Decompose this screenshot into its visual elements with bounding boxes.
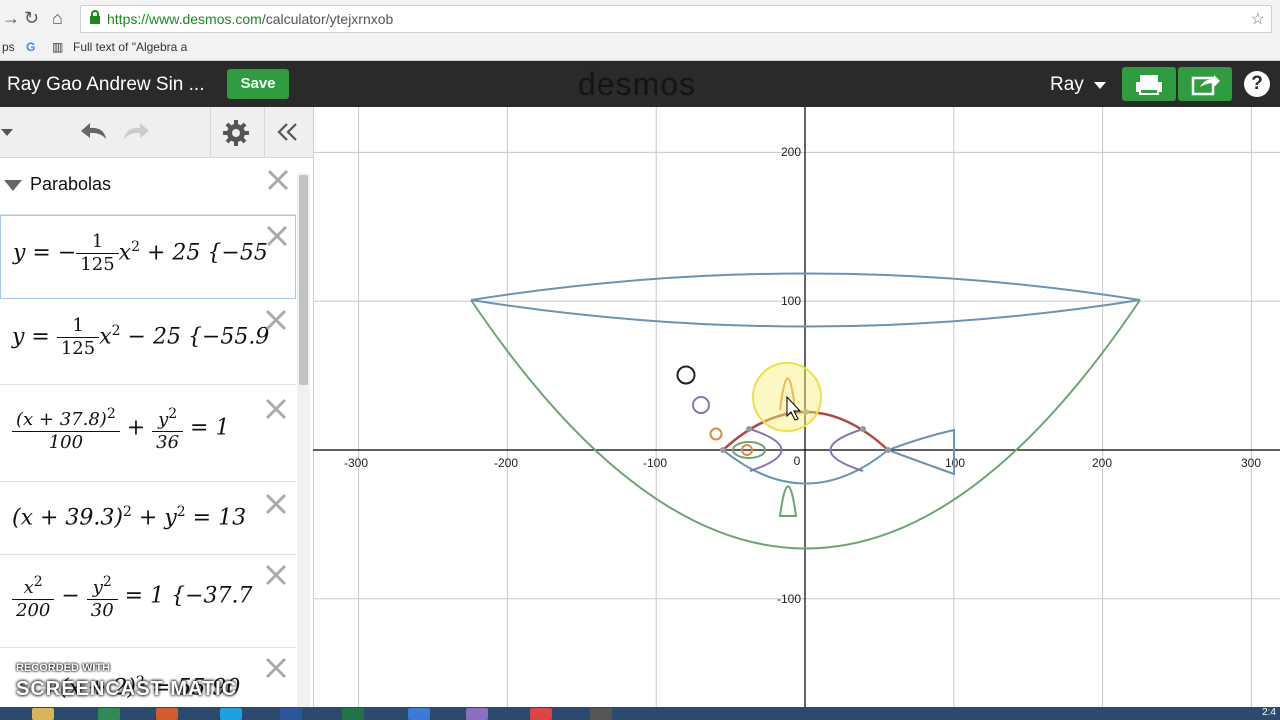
graph-canvas[interactable]: -300 -200 -100 0 100 200 300 200 100 -10… xyxy=(313,107,1280,707)
x-tick-label: 200 xyxy=(1092,456,1112,470)
url-text: https://www.desmos.com/calculator/ytejxr… xyxy=(107,11,394,27)
toolbar-divider xyxy=(264,107,265,157)
bubble-circle[interactable] xyxy=(676,365,696,385)
folder-taskbar-icon[interactable] xyxy=(32,708,54,720)
add-menu-caret-icon[interactable] xyxy=(0,127,16,139)
gear-icon[interactable] xyxy=(222,119,250,147)
bookmark-book-icon: ▥ xyxy=(52,40,64,54)
graph-point[interactable] xyxy=(860,426,866,432)
os-taskbar: 2:4 xyxy=(0,707,1280,720)
expression-toolbar xyxy=(0,107,313,158)
app-taskbar-icon[interactable] xyxy=(466,708,488,720)
powerpoint-taskbar-icon[interactable] xyxy=(156,708,178,720)
recorder-watermark-line2: SCREENCAST MATIC xyxy=(16,678,238,700)
browser-toolbar: → ↻ ⌂ https://www.desmos.com/calculator/… xyxy=(0,0,1280,37)
print-icon xyxy=(1136,75,1162,95)
expression-math[interactable]: (x + 37.8)2 100 + y2 36 = 1 xyxy=(12,403,229,454)
expression-math[interactable]: y = −1 125 x2 + 25 {−55 xyxy=(13,231,268,276)
desmos-logo: desmos xyxy=(578,66,697,102)
word-taskbar-icon[interactable] xyxy=(280,708,302,720)
folder-label: Parabolas xyxy=(30,174,112,194)
graph-title[interactable]: Ray Gao Andrew Sin ... xyxy=(7,74,205,96)
expression-item[interactable]: (x + 37.8)2 100 + y2 36 = 1 xyxy=(0,385,296,482)
ie-taskbar-icon[interactable] xyxy=(408,708,430,720)
user-caret-icon[interactable] xyxy=(1094,82,1106,89)
x-tick-label: -200 xyxy=(494,456,518,470)
save-button[interactable]: Save xyxy=(227,69,289,99)
expression-item[interactable]: y = 1 125 x2 − 25 {−55.9 xyxy=(0,300,296,385)
close-icon[interactable] xyxy=(266,168,290,192)
publisher-taskbar-icon[interactable] xyxy=(98,708,120,720)
recorder-watermark-line1: RECORDED WITH xyxy=(16,662,111,674)
expression-item[interactable]: y = −1 125 x2 + 25 {−55 xyxy=(0,215,296,299)
collapse-panel-icon[interactable] xyxy=(276,121,300,143)
expression-math[interactable]: x2 200 − y2 30 = 1 {−37.7 xyxy=(12,571,253,622)
graph-point[interactable] xyxy=(885,447,891,453)
redo-icon[interactable] xyxy=(118,119,152,145)
y-tick-label: 200 xyxy=(781,145,801,159)
excel-taskbar-icon[interactable] xyxy=(342,708,364,720)
close-icon[interactable] xyxy=(264,656,288,680)
expression-math[interactable]: y = 1 125 x2 − 25 {−55.9 xyxy=(12,315,269,360)
print-button[interactable] xyxy=(1122,67,1176,101)
address-bar[interactable]: https://www.desmos.com/calculator/ytejxr… xyxy=(80,5,1272,33)
user-menu[interactable]: Ray xyxy=(1050,74,1084,96)
chrome-taskbar-icon[interactable] xyxy=(530,708,552,720)
scrollbar-thumb[interactable] xyxy=(299,175,308,385)
expression-item[interactable]: x2 200 − y2 30 = 1 {−37.7 xyxy=(0,555,296,648)
bubble-circle[interactable] xyxy=(692,396,710,414)
reload-icon[interactable]: ↻ xyxy=(24,8,39,29)
home-icon[interactable]: ⌂ xyxy=(52,8,63,29)
expression-panel: Parabolas y = −1 125 x2 + 25 {−55 y = 1 125… xyxy=(0,107,314,707)
bubble-circle[interactable] xyxy=(709,427,723,441)
graph-point[interactable] xyxy=(746,426,752,432)
skype-taskbar-icon[interactable] xyxy=(220,708,242,720)
expression-math[interactable]: (x + 39.3)2 + y2 = 13 xyxy=(12,504,246,530)
forward-icon[interactable]: → xyxy=(2,8,20,29)
desmos-header: Ray Gao Andrew Sin ... Save desmos Ray ? xyxy=(0,61,1280,107)
x-tick-label: 100 xyxy=(945,456,965,470)
folder-parabolas[interactable]: Parabolas xyxy=(0,158,296,215)
graph-point[interactable] xyxy=(720,447,726,453)
x-tick-label: -100 xyxy=(643,456,667,470)
panel-scrollbar[interactable] xyxy=(297,173,310,707)
close-icon[interactable] xyxy=(264,308,288,332)
taskbar-clock: 2:4 xyxy=(1262,707,1276,718)
folder-collapse-icon[interactable] xyxy=(4,180,22,191)
close-icon[interactable] xyxy=(264,397,288,421)
toolbar-divider xyxy=(210,107,211,157)
undo-icon[interactable] xyxy=(78,119,112,145)
bookmark-full-text[interactable]: Full text of "Algebra a xyxy=(73,40,187,54)
y-tick-label: 100 xyxy=(781,294,801,308)
bookmark-apps[interactable]: ps xyxy=(2,40,15,54)
share-icon xyxy=(1191,75,1220,96)
recorder-taskbar-icon[interactable] xyxy=(590,708,612,720)
x-tick-label: 0 xyxy=(794,454,801,468)
y-tick-label: -100 xyxy=(777,592,801,606)
fish-bottom-fin[interactable] xyxy=(778,485,798,517)
close-icon[interactable] xyxy=(264,563,288,587)
google-icon[interactable]: G xyxy=(26,40,35,54)
bookmarks-bar: ps G ▥ Full text of "Algebra a xyxy=(0,36,1280,61)
bookmark-star-icon[interactable]: ☆ xyxy=(1251,9,1265,29)
help-button[interactable]: ? xyxy=(1244,71,1270,97)
x-tick-label: -300 xyxy=(344,456,368,470)
share-button[interactable] xyxy=(1178,67,1232,101)
x-tick-label: 300 xyxy=(1241,456,1261,470)
expression-item[interactable]: (x + 39.3)2 + y2 = 13 xyxy=(0,482,296,555)
lock-icon xyxy=(90,10,100,24)
close-icon[interactable] xyxy=(265,224,289,248)
close-icon[interactable] xyxy=(264,492,288,516)
